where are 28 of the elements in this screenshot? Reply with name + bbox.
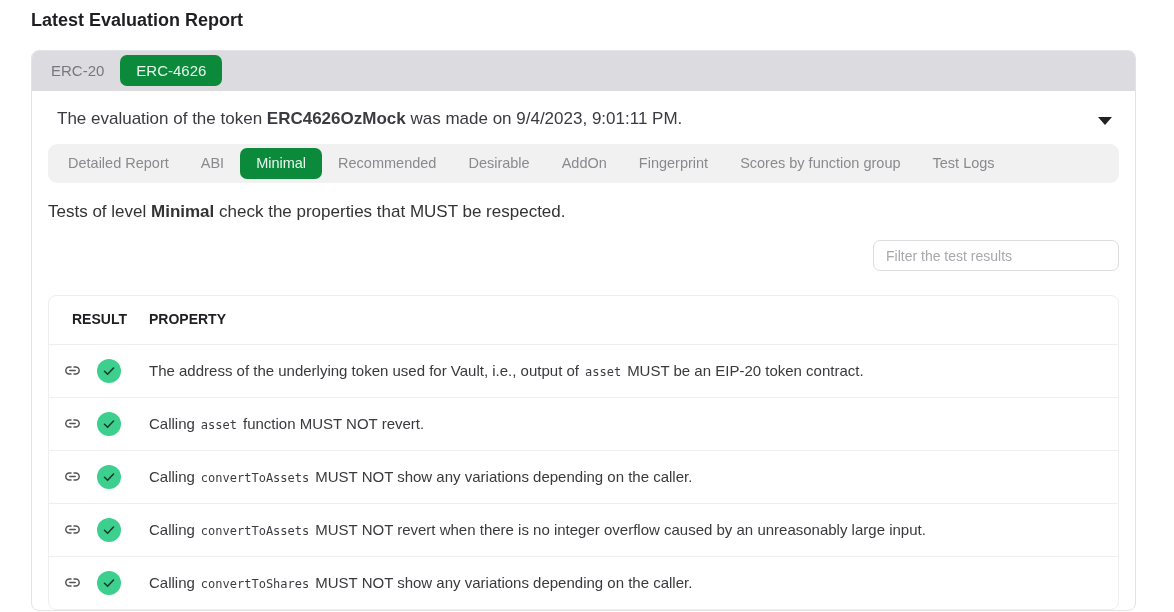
filter-input[interactable]: Filter the test results bbox=[873, 240, 1119, 271]
report-tab[interactable]: Desirable bbox=[452, 148, 546, 179]
link-icon[interactable] bbox=[65, 366, 80, 375]
property-text: Calling convertToShares MUST NOT show any variations depending on the caller. bbox=[149, 573, 693, 591]
report-tab[interactable]: Detailed Report bbox=[52, 148, 185, 179]
property-text: Calling asset function MUST NOT revert. bbox=[149, 414, 425, 432]
property-text: The address of the underlying token used for Vault, i.e., output of asset MUST be an EIP-20 token contract. bbox=[149, 361, 864, 379]
level-description: Tests of level Minimal check the properties that MUST be respected. bbox=[48, 201, 567, 223]
summary-text: The evaluation of the token ERC4626OzMock was made on 9/4/2023, 9:01:11 PM. bbox=[57, 108, 683, 129]
caret-icon[interactable] bbox=[1098, 117, 1112, 125]
link-icon[interactable] bbox=[65, 419, 80, 428]
report-tab[interactable]: Minimal bbox=[240, 148, 323, 179]
link-icon[interactable] bbox=[65, 525, 80, 534]
column-header: RESULT bbox=[72, 311, 127, 328]
property-text: Calling convertToAssets MUST NOT revert when there is no integer overflow caused by an unreasonably large input. bbox=[149, 520, 926, 538]
property-text: Calling convertToAssets MUST NOT show any variations depending on the caller. bbox=[149, 467, 693, 485]
link-icon[interactable] bbox=[65, 472, 80, 481]
standard-tab[interactable]: ERC-20 bbox=[35, 55, 121, 86]
report-tab[interactable]: Scores by function group bbox=[724, 148, 917, 179]
report-tab[interactable]: Test Logs bbox=[916, 148, 1011, 179]
report-tab[interactable]: Fingerprint bbox=[622, 148, 725, 179]
report-tab[interactable]: Recommended bbox=[322, 148, 453, 179]
column-header: PROPERTY bbox=[149, 311, 226, 328]
page-title: Latest Evaluation Report bbox=[31, 9, 245, 32]
report-tab[interactable]: ABI bbox=[184, 148, 241, 179]
report-tab[interactable]: AddOn bbox=[545, 148, 623, 179]
standard-tab[interactable]: ERC-4626 bbox=[120, 55, 223, 86]
link-icon[interactable] bbox=[65, 578, 80, 588]
